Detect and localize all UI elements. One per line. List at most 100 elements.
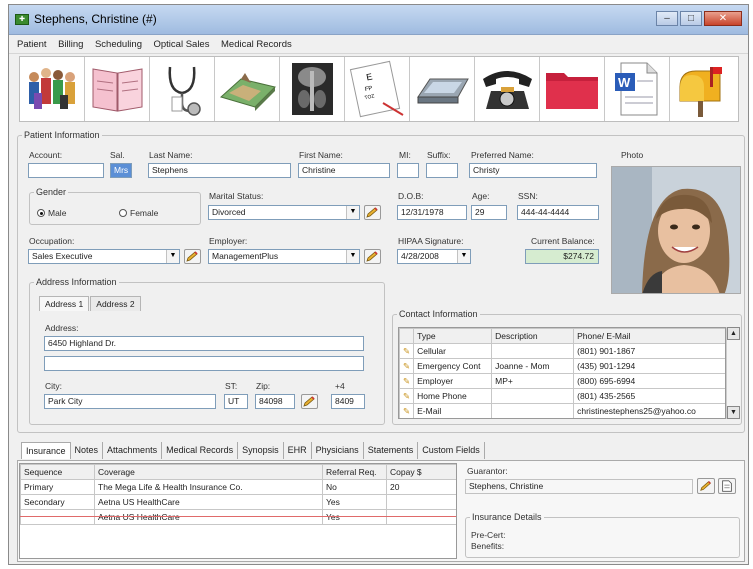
table-row[interactable]: ✎ Home Phone (801) 435-2565: [399, 388, 725, 404]
pencil-icon[interactable]: ✎: [399, 358, 415, 374]
col-copay[interactable]: Copay $: [386, 464, 456, 480]
maximize-button[interactable]: □: [680, 11, 702, 26]
table-row[interactable]: ✎ Employer MP+ (800) 695-6994: [399, 373, 725, 389]
table-row[interactable]: ✎ Cellular (801) 901-1867: [399, 343, 725, 359]
table-row[interactable]: ✎ Emergency Cont Joanne - Mom (435) 901-129…: [399, 358, 725, 374]
address-label: Address:: [45, 323, 79, 333]
state-field[interactable]: UT: [224, 394, 248, 409]
hipaa-signature-select[interactable]: 4/28/2008 ▼: [397, 249, 471, 264]
people-icon[interactable]: [20, 57, 85, 121]
last-name-label: Last Name:: [149, 150, 193, 160]
pencil-icon[interactable]: ✎: [399, 388, 415, 404]
marital-status-edit-button[interactable]: [364, 205, 381, 220]
ssn-field[interactable]: 444-44-4444: [517, 205, 599, 220]
ins-sequence: Primary: [20, 479, 95, 495]
gender-group: Gender: [29, 187, 201, 225]
chevron-down-icon[interactable]: ▼: [346, 206, 359, 219]
tab-synopsis[interactable]: Synopsis: [238, 442, 284, 459]
menu-patient[interactable]: Patient: [17, 36, 47, 54]
col-sequence[interactable]: Sequence: [20, 464, 95, 480]
menu-medical-records[interactable]: Medical Records: [221, 36, 292, 54]
xray-icon[interactable]: [280, 57, 345, 121]
scanner-icon[interactable]: [410, 57, 475, 121]
tab-statements[interactable]: Statements: [364, 442, 419, 459]
tab-physicians[interactable]: Physicians: [312, 442, 364, 459]
suffix-field[interactable]: [426, 163, 458, 178]
first-name-field[interactable]: Christine: [298, 163, 390, 178]
gender-female-radio[interactable]: Female: [119, 208, 158, 218]
ssn-label: SSN:: [518, 191, 538, 201]
guarantor-view-button[interactable]: [718, 478, 736, 494]
address-line-2-field[interactable]: [44, 356, 364, 371]
salutation-field[interactable]: Mrs: [110, 163, 132, 178]
ins-copay: [386, 494, 456, 510]
tab-custom-fields[interactable]: Custom Fields: [418, 442, 485, 459]
menu-billing[interactable]: Billing: [58, 36, 83, 54]
ins-copay: [386, 509, 456, 525]
guarantor-field[interactable]: Stephens, Christine: [465, 479, 693, 494]
guarantor-label: Guarantor:: [467, 466, 508, 476]
tab-medical-records[interactable]: Medical Records: [162, 442, 239, 459]
marital-status-select[interactable]: Divorced ▼: [208, 205, 360, 220]
minimize-button[interactable]: –: [656, 11, 678, 26]
employer-edit-button[interactable]: [364, 249, 381, 264]
table-row[interactable]: Primary The Mega Life & Health Insurance …: [20, 479, 456, 495]
zip-plus4-field[interactable]: 8409: [331, 394, 365, 409]
col-coverage[interactable]: Coverage: [94, 464, 323, 480]
eye-chart-icon[interactable]: E FP TOZ: [345, 57, 410, 121]
col-type[interactable]: Type: [413, 328, 493, 344]
employer-select[interactable]: ManagementPlus ▼: [208, 249, 360, 264]
tab-insurance[interactable]: Insurance: [21, 442, 71, 459]
dob-field[interactable]: 12/31/1978: [397, 205, 467, 220]
pencil-icon[interactable]: ✎: [399, 403, 415, 418]
scroll-up-icon[interactable]: ▲: [727, 327, 740, 340]
preferred-name-field[interactable]: Christy: [469, 163, 597, 178]
col-phone-email[interactable]: Phone/ E-Mail: [573, 328, 725, 344]
map-icon[interactable]: [215, 57, 280, 121]
zip-lookup-button[interactable]: [301, 394, 318, 409]
guarantor-edit-button[interactable]: [697, 478, 715, 494]
folder-icon[interactable]: [540, 57, 605, 121]
chevron-down-icon[interactable]: ▼: [346, 250, 359, 263]
current-balance-label: Current Balance:: [531, 236, 595, 246]
first-name-label: First Name:: [299, 150, 343, 160]
middle-initial-field[interactable]: [397, 163, 419, 178]
menu-optical-sales[interactable]: Optical Sales: [154, 36, 210, 54]
radio-selected-icon: [37, 209, 45, 217]
word-document-icon[interactable]: W: [605, 57, 670, 121]
address-line-1-field[interactable]: 6450 Highland Dr.: [44, 336, 364, 351]
menu-scheduling[interactable]: Scheduling: [95, 36, 142, 54]
tab-notes[interactable]: Notes: [71, 442, 104, 459]
contact-phone: christinestephens25@yahoo.co: [573, 403, 725, 418]
pencil-icon[interactable]: ✎: [399, 373, 415, 389]
chevron-down-icon[interactable]: ▼: [457, 250, 470, 263]
city-field[interactable]: Park City: [44, 394, 216, 409]
scroll-down-icon[interactable]: ▼: [727, 406, 740, 419]
tab-ehr[interactable]: EHR: [284, 442, 312, 459]
radio-unselected-icon: [119, 209, 127, 217]
chevron-down-icon[interactable]: ▼: [166, 250, 179, 263]
col-referral[interactable]: Referral Req.: [322, 464, 387, 480]
table-row[interactable]: Aetna US HealthCare Yes: [20, 509, 456, 525]
col-description[interactable]: Description: [491, 328, 575, 344]
stethoscope-icon[interactable]: [150, 57, 215, 121]
book-icon[interactable]: [85, 57, 150, 121]
tab-attachments[interactable]: Attachments: [103, 442, 163, 459]
table-row[interactable]: ✎ E-Mail christinestephens25@yahoo.co: [399, 403, 725, 418]
mailbox-icon[interactable]: [670, 57, 735, 121]
close-button[interactable]: ✕: [704, 11, 742, 26]
last-name-field[interactable]: Stephens: [148, 163, 291, 178]
contact-scrollbar[interactable]: ▲ ▼: [726, 327, 740, 419]
account-field[interactable]: [28, 163, 104, 178]
zip-field[interactable]: 84098: [255, 394, 295, 409]
gender-male-radio[interactable]: Male: [37, 208, 66, 218]
tab-address-1[interactable]: Address 1: [39, 296, 90, 311]
pencil-icon[interactable]: ✎: [399, 343, 415, 359]
inactive-row-marker: [20, 516, 456, 517]
table-row[interactable]: Secondary Aetna US HealthCare Yes: [20, 494, 456, 510]
occupation-select[interactable]: Sales Executive ▼: [28, 249, 180, 264]
occupation-value: Sales Executive: [32, 251, 93, 261]
tab-address-2[interactable]: Address 2: [90, 296, 141, 311]
telephone-icon[interactable]: [475, 57, 540, 121]
occupation-edit-button[interactable]: [184, 249, 201, 264]
